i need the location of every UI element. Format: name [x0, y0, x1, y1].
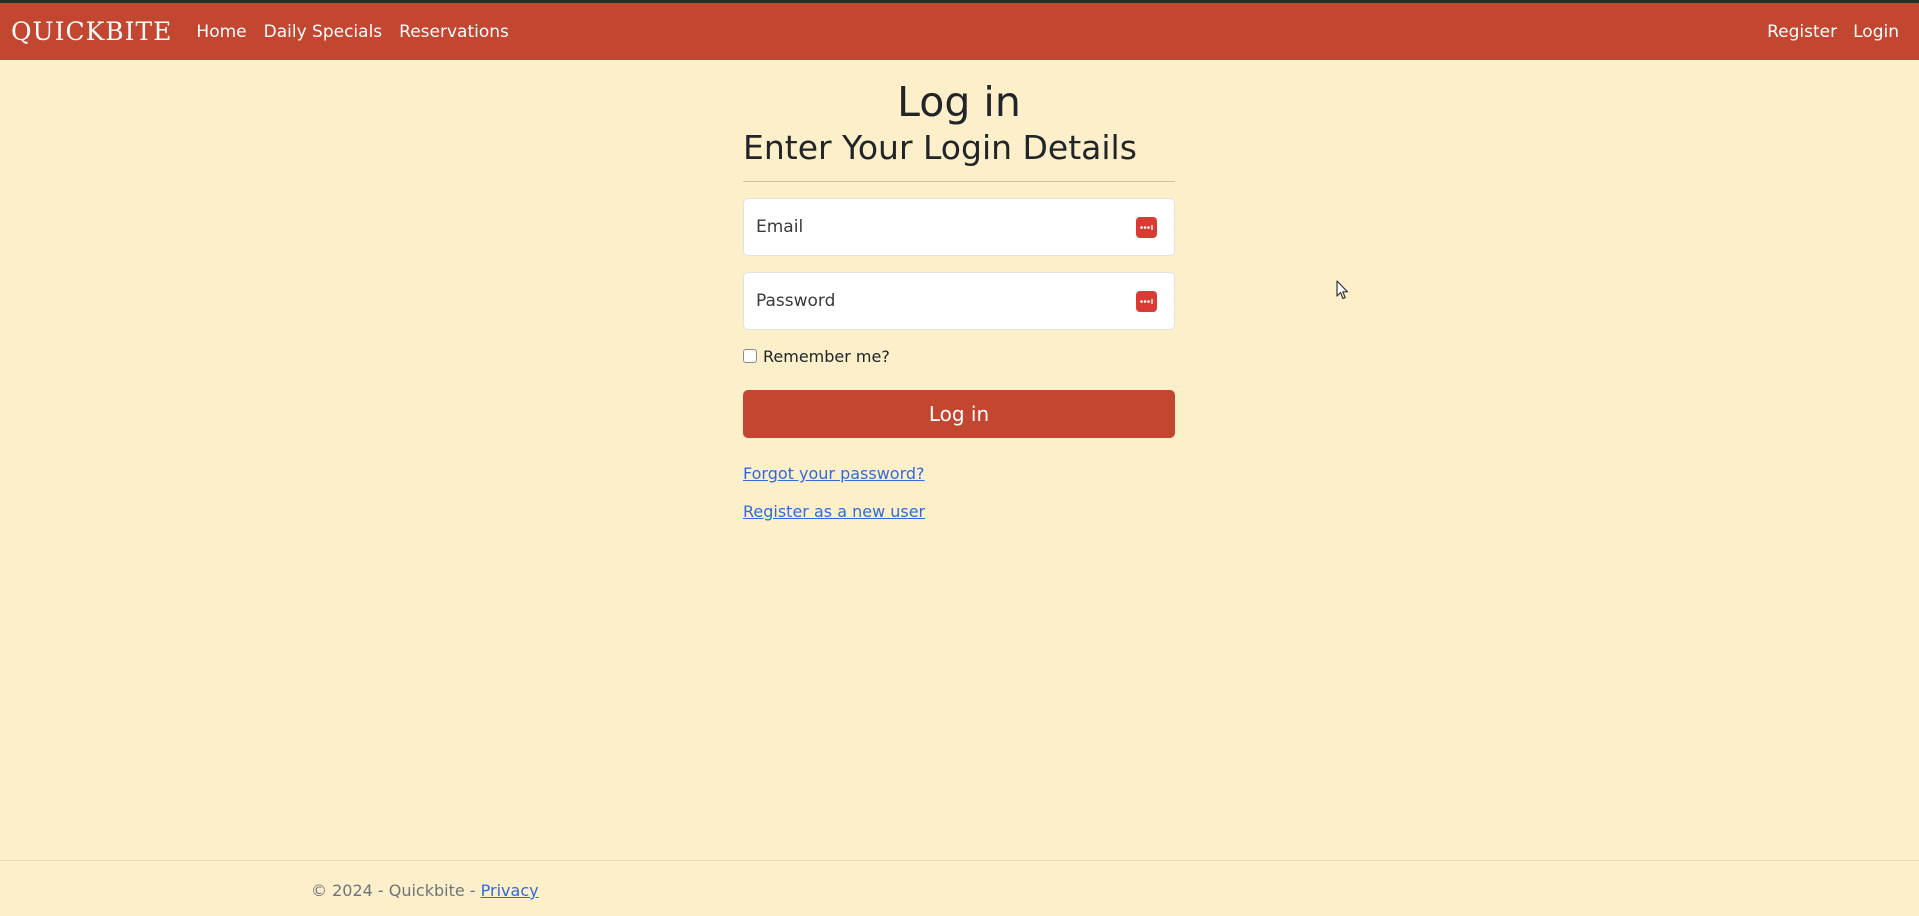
account-links: Forgot your password? Register as a new … — [743, 464, 1175, 521]
password-field[interactable] — [744, 273, 1174, 330]
divider — [743, 181, 1175, 183]
brand-logo[interactable]: QUICKBITE — [11, 17, 172, 46]
nav-register[interactable]: Register — [1767, 22, 1837, 42]
nav-daily-specials[interactable]: Daily Specials — [264, 22, 383, 42]
password-manager-icon[interactable] — [1136, 217, 1157, 239]
register-link[interactable]: Register as a new user — [743, 502, 1175, 521]
top-navbar: QUICKBITE Home Daily Specials Reservatio… — [0, 3, 1919, 60]
nav-home[interactable]: Home — [196, 22, 246, 42]
privacy-link[interactable]: Privacy — [481, 881, 539, 900]
email-field-wrapper — [743, 198, 1175, 257]
login-button[interactable]: Log in — [743, 390, 1175, 439]
password-manager-icon[interactable] — [1136, 291, 1157, 313]
copyright-text: © 2024 - Quickbite - — [311, 881, 481, 900]
remember-me-label[interactable]: Remember me? — [763, 347, 890, 366]
form-subtitle: Enter Your Login Details — [743, 128, 1137, 168]
nav-login[interactable]: Login — [1853, 22, 1899, 42]
forgot-password-link[interactable]: Forgot your password? — [743, 464, 1175, 483]
remember-me-checkbox[interactable] — [743, 349, 757, 364]
remember-me-row: Remember me? — [743, 346, 1175, 366]
footer-text: © 2024 - Quickbite - Privacy — [311, 881, 539, 900]
page-title: Log in — [897, 78, 1021, 126]
nav-reservations[interactable]: Reservations — [399, 22, 509, 42]
email-field[interactable] — [744, 199, 1174, 256]
login-section: Log in Enter Your Login Details Remember… — [743, 60, 1175, 540]
page-footer: © 2024 - Quickbite - Privacy — [0, 860, 1919, 916]
mouse-cursor-icon — [1336, 280, 1350, 304]
password-field-wrapper — [743, 272, 1175, 331]
nav-account-links: Register Login — [1751, 22, 1907, 42]
